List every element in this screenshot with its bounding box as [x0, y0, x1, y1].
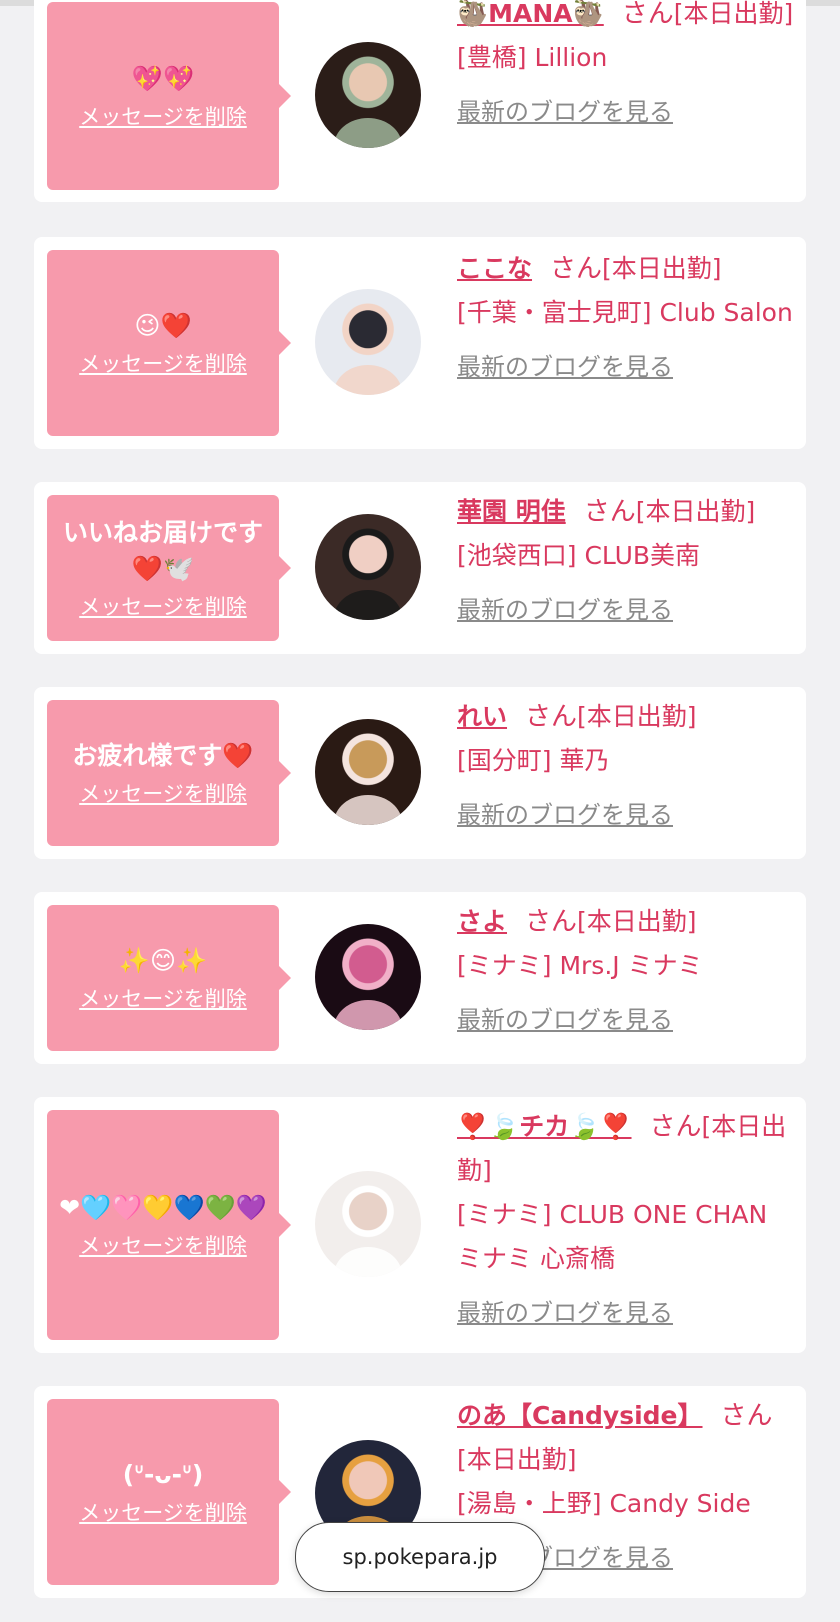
avatar[interactable]: [315, 1171, 421, 1277]
status-label: [本日出勤]: [577, 907, 697, 936]
message-card: いいねお届けです❤️🕊️ メッセージを削除 華園 明佳 さん[本日出勤] [池袋西…: [34, 482, 806, 654]
message-card: ❤🩵🩷💛💙💚💜 メッセージを削除 ❣️🍃チカ🍃❣️ さん[本日出勤] [ミナミ] …: [34, 1097, 806, 1353]
message-bubble: お疲れ様です❤️ メッセージを削除: [47, 700, 291, 846]
status-label: [本日出勤]: [635, 497, 756, 526]
san-label: さん: [649, 1112, 702, 1142]
status-label: [本日出勤]: [457, 1445, 577, 1474]
blog-link[interactable]: 最新のブログを見る: [457, 793, 797, 837]
avatar-image: [334, 949, 402, 1030]
message-text: ❤🩵🩷💛💙💚💜: [59, 1193, 267, 1222]
message-bubble: 💖💖 メッセージを削除: [47, 2, 291, 190]
avatar[interactable]: [315, 289, 421, 395]
message-card: ✨😊✨ メッセージを削除 さよ さん[本日出勤] [ミナミ] Mrs.J ミナミ …: [34, 892, 806, 1064]
cast-name-link[interactable]: さよ: [457, 907, 507, 936]
avatar-image: [334, 67, 402, 148]
url-bar[interactable]: sp.pokepara.jp: [295, 1522, 545, 1592]
status-label: [本日出勤]: [577, 702, 697, 731]
message-card: 😉❤️ メッセージを削除 ここな さん[本日出勤] [千葉・富士見町] Club …: [34, 237, 806, 449]
avatar[interactable]: [315, 924, 421, 1030]
url-text: sp.pokepara.jp: [342, 1545, 498, 1569]
cast-info: 🦥MANA🦥 さん[本日出勤] [豊橋] Lillion 最新のブログを見る: [457, 0, 797, 134]
shop-name: [国分町] 華乃: [457, 746, 610, 775]
message-text: 💖💖: [131, 64, 195, 93]
delete-message-link[interactable]: メッセージを削除: [79, 101, 247, 131]
san-label: さん: [583, 497, 636, 527]
message-bubble: いいねお届けです❤️🕊️ メッセージを削除: [47, 495, 291, 641]
cast-info: ❣️🍃チカ🍃❣️ さん[本日出勤] [ミナミ] CLUB ONE CHAN ミナミ…: [457, 1105, 797, 1335]
blog-link[interactable]: 最新のブログを見る: [457, 345, 797, 389]
cast-name-link[interactable]: 華園 明佳: [457, 497, 566, 526]
message-text: 😉❤️: [134, 311, 192, 340]
delete-message-link[interactable]: メッセージを削除: [79, 1497, 247, 1527]
message-card: お疲れ様です❤️ メッセージを削除 れい さん[本日出勤] [国分町] 華乃 最新…: [34, 687, 806, 859]
message-card: 💖💖 メッセージを削除 🦥MANA🦥 さん[本日出勤] [豊橋] Lillion …: [34, 0, 806, 202]
blog-link[interactable]: 最新のブログを見る: [457, 588, 797, 632]
shop-name: [豊橋] Lillion: [457, 43, 608, 72]
shop-name: [池袋西口] CLUB美南: [457, 541, 701, 570]
message-bubble: (ᐡ-ᴗ-ᐡ) メッセージを削除: [47, 1399, 291, 1585]
delete-message-link[interactable]: メッセージを削除: [79, 591, 247, 621]
blog-link[interactable]: 最新のブログを見る: [457, 998, 797, 1042]
san-label: さん: [525, 702, 578, 732]
cast-info: さよ さん[本日出勤] [ミナミ] Mrs.J ミナミ 最新のブログを見る: [457, 900, 797, 1042]
message-bubble: 😉❤️ メッセージを削除: [47, 250, 291, 436]
status-label: [本日出勤]: [602, 254, 722, 283]
san-label: さん: [550, 254, 603, 284]
cast-info: 華園 明佳 さん[本日出勤] [池袋西口] CLUB美南 最新のブログを見る: [457, 490, 797, 632]
cast-name-link[interactable]: れい: [457, 702, 507, 731]
shop-name: [ミナミ] CLUB ONE CHAN ミナミ 心斎橋: [457, 1200, 768, 1273]
shop-name: [千葉・富士見町] Club Salon: [457, 298, 793, 327]
message-text: お疲れ様です❤️: [72, 741, 254, 770]
san-label: さん: [720, 1401, 773, 1431]
cast-info: れい さん[本日出勤] [国分町] 華乃 最新のブログを見る: [457, 695, 797, 837]
message-text: (ᐡ-ᴗ-ᐡ): [122, 1460, 204, 1489]
message-text: いいねお届けです❤️🕊️: [62, 518, 263, 583]
avatar-image: [334, 744, 402, 825]
delete-message-link[interactable]: メッセージを削除: [79, 348, 247, 378]
cast-name-link[interactable]: ここな: [457, 254, 532, 283]
cast-name-link[interactable]: のあ【Candyside】: [457, 1401, 703, 1430]
cast-name-link[interactable]: ❣️🍃チカ🍃❣️: [457, 1112, 632, 1141]
shop-name: [湯島・上野] Candy Side: [457, 1489, 751, 1518]
status-label: [本日出勤]: [673, 0, 794, 28]
avatar[interactable]: [315, 719, 421, 825]
avatar-image: [334, 1196, 402, 1277]
message-bubble: ✨😊✨ メッセージを削除: [47, 905, 291, 1051]
avatar-image: [334, 314, 402, 395]
cast-info: ここな さん[本日出勤] [千葉・富士見町] Club Salon 最新のブログを…: [457, 247, 797, 389]
message-bubble: ❤🩵🩷💛💙💚💜 メッセージを削除: [47, 1110, 291, 1340]
san-label: さん: [621, 0, 674, 29]
delete-message-link[interactable]: メッセージを削除: [79, 1230, 247, 1260]
avatar[interactable]: [315, 42, 421, 148]
shop-name: [ミナミ] Mrs.J ミナミ: [457, 951, 703, 980]
avatar[interactable]: [315, 514, 421, 620]
delete-message-link[interactable]: メッセージを削除: [79, 778, 247, 808]
message-text: ✨😊✨: [118, 946, 208, 975]
blog-link[interactable]: 最新のブログを見る: [457, 1291, 797, 1335]
avatar-image: [334, 539, 402, 620]
delete-message-link[interactable]: メッセージを削除: [79, 983, 247, 1013]
blog-link[interactable]: 最新のブログを見る: [457, 90, 797, 134]
san-label: さん: [525, 907, 578, 937]
cast-name-link[interactable]: 🦥MANA🦥: [457, 0, 604, 28]
